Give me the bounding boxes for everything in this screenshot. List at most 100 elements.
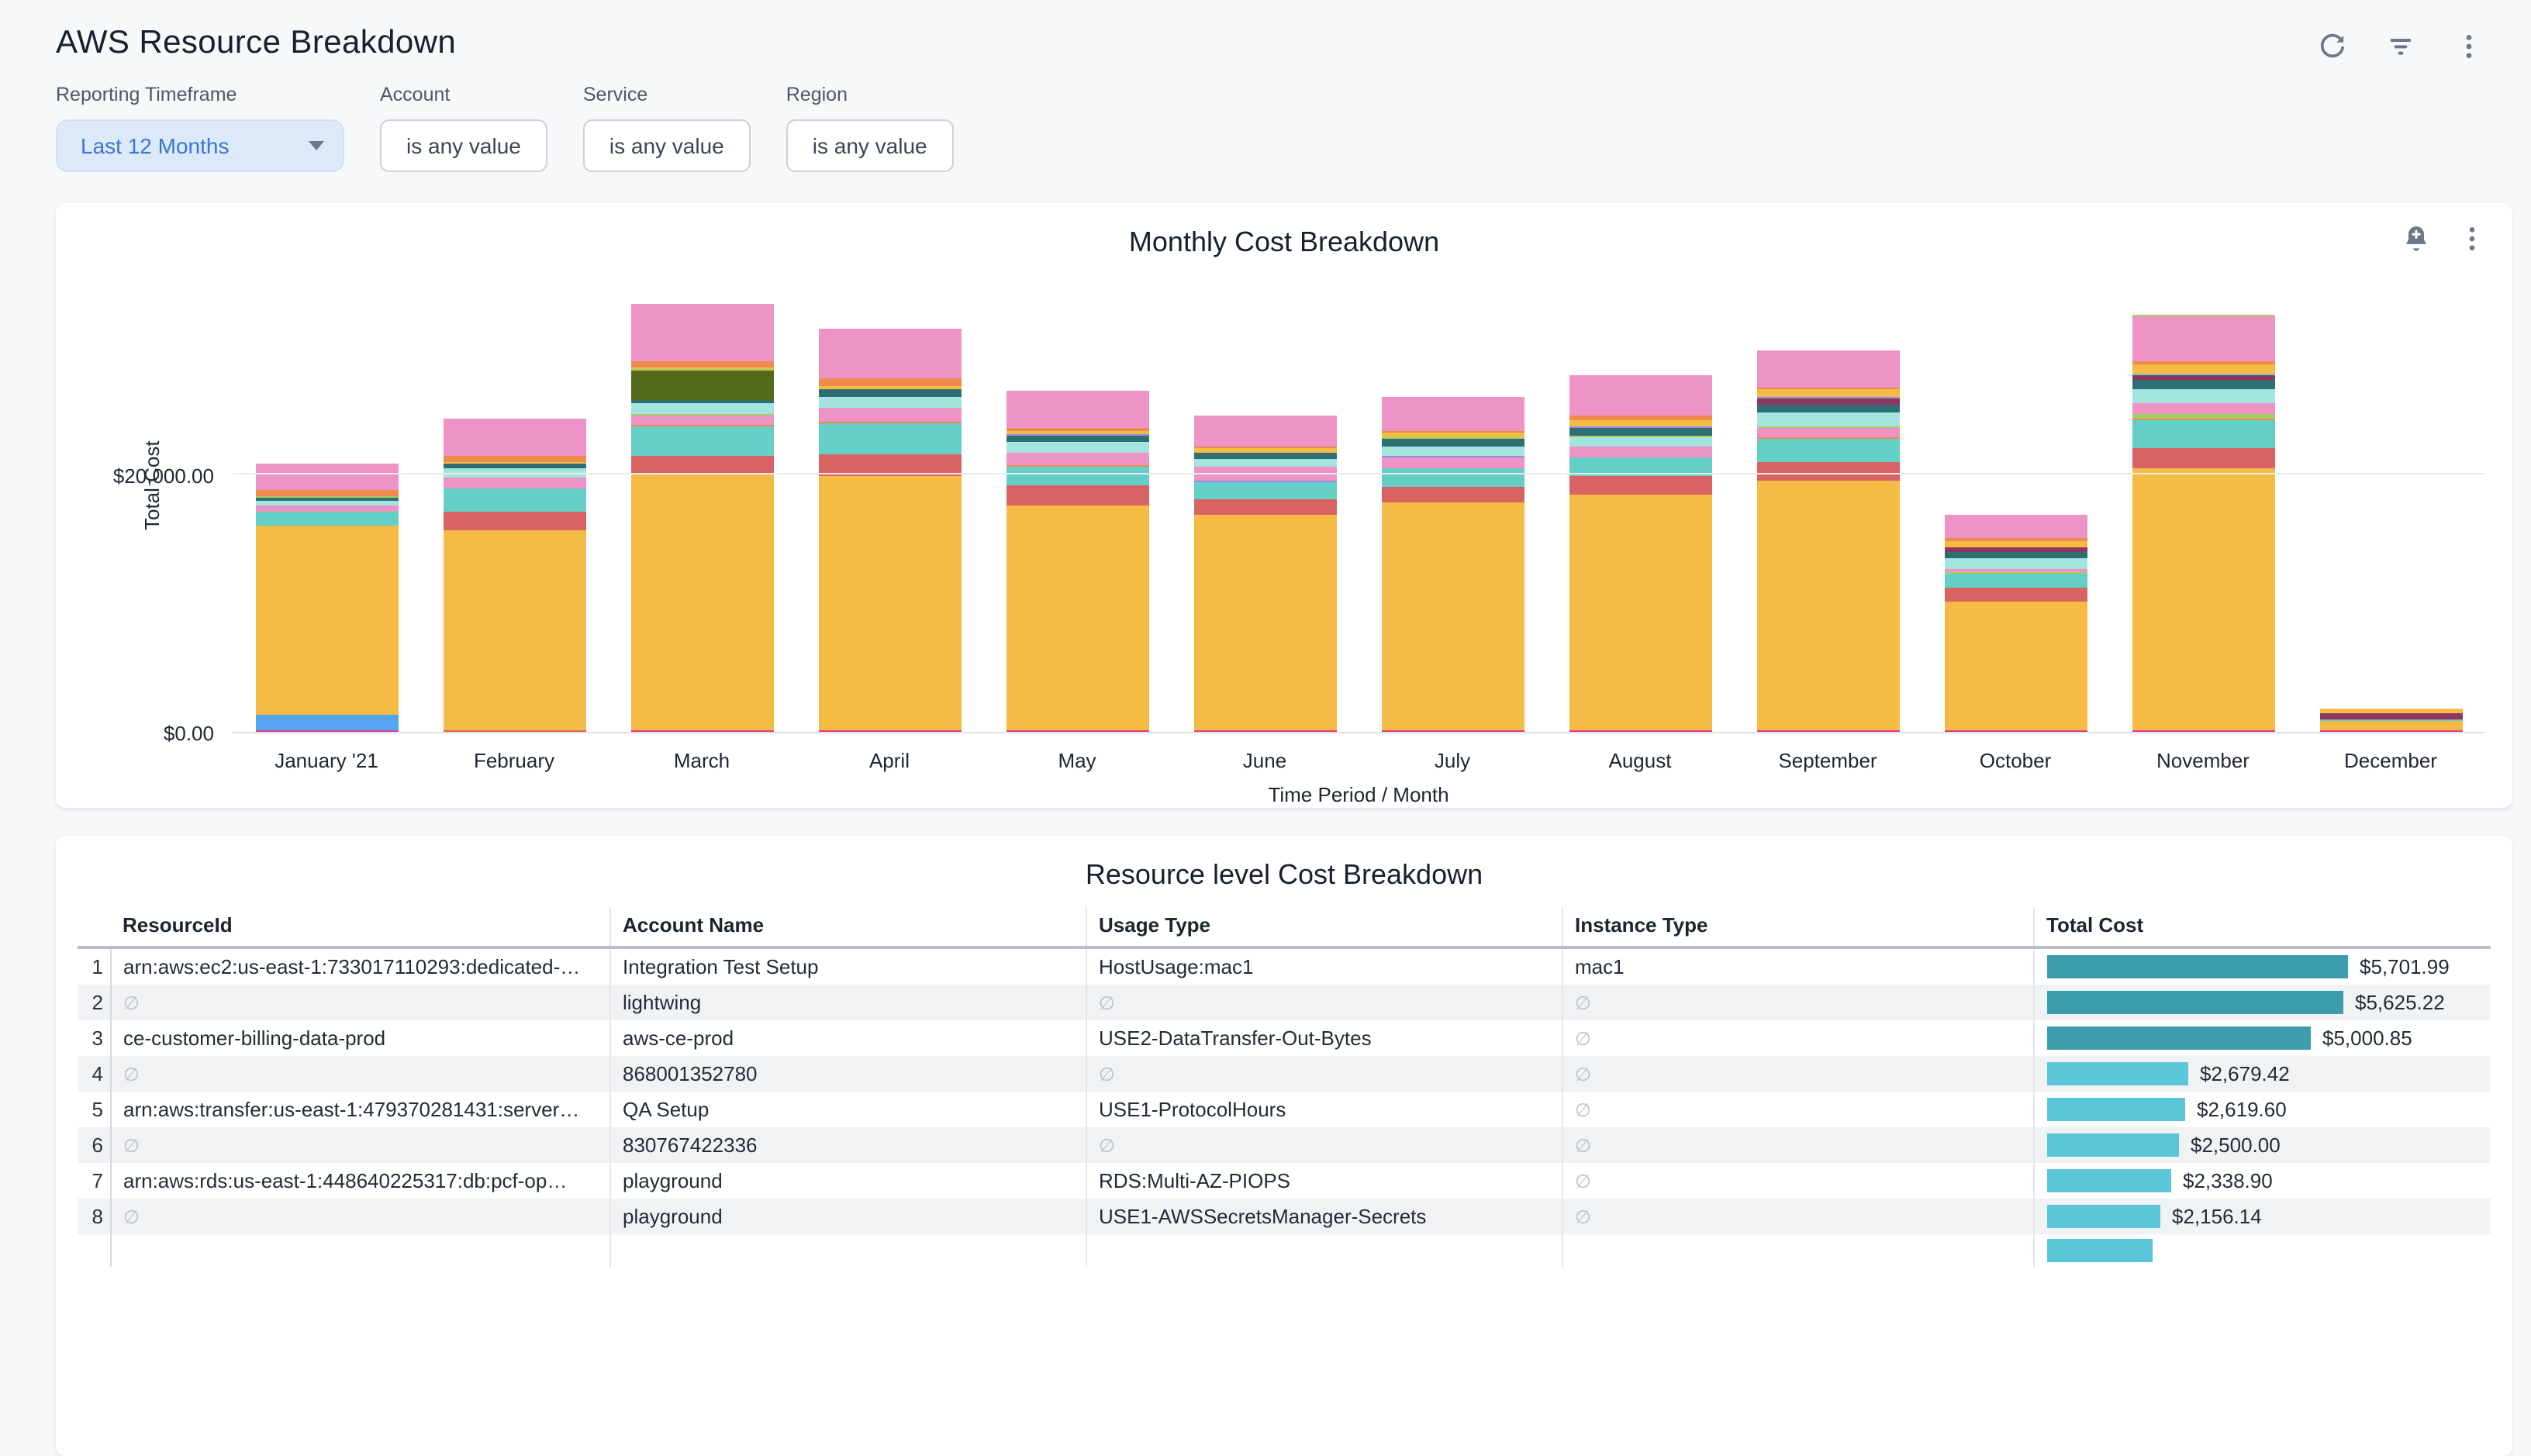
bar-segment[interactable] [2132, 380, 2274, 389]
cell-usage-type[interactable]: USE1-AWSSecretsManager-Secrets [1086, 1199, 1562, 1234]
cell-usage-type[interactable]: ∅ [1086, 1056, 1562, 1092]
bar-segment[interactable] [1006, 505, 1148, 730]
stacked-bar-May[interactable] [1006, 391, 1148, 732]
bar-segment[interactable] [1006, 467, 1148, 485]
bar-segment[interactable] [2319, 730, 2462, 732]
stacked-bar-September[interactable] [1756, 350, 1899, 732]
bar-segment[interactable] [1756, 405, 1899, 412]
cell-total-cost[interactable]: $2,338.90 [2033, 1163, 2491, 1199]
bar-segment[interactable] [2132, 389, 2274, 403]
col-instance-type[interactable]: Instance Type [1562, 907, 2033, 947]
bar-segment[interactable] [630, 304, 773, 361]
table-row[interactable]: 2∅lightwing∅∅$5,625.22 [78, 985, 2491, 1020]
cell-account-name[interactable]: playground [609, 1199, 1086, 1234]
cell-usage-type[interactable]: ∅ [1086, 1127, 1562, 1163]
bar-segment[interactable] [630, 456, 773, 473]
table-row[interactable]: 6∅830767422336∅∅$2,500.00 [78, 1127, 2491, 1163]
cell-account-name[interactable]: 868001352780 [609, 1056, 1086, 1092]
chart-kebab-menu-icon[interactable] [2457, 223, 2488, 254]
bar-segment[interactable] [443, 530, 585, 730]
bar-segment[interactable] [1756, 350, 1899, 388]
alert-bell-plus-icon[interactable] [2401, 223, 2432, 254]
stacked-bar-August[interactable] [1569, 375, 1711, 732]
bar-segment[interactable] [1756, 389, 1899, 397]
region-filter-button[interactable]: is any value [786, 119, 954, 172]
cell-resource-id[interactable]: ∅ [110, 1056, 609, 1092]
col-total-cost[interactable]: Total Cost [2033, 907, 2491, 947]
bar-segment[interactable] [443, 478, 585, 488]
bar-segment[interactable] [1006, 485, 1148, 505]
bar-segment[interactable] [443, 488, 585, 512]
bar-segment[interactable] [2132, 468, 2274, 730]
cell-account-name[interactable]: 830767422336 [609, 1127, 1086, 1163]
stacked-bar-March[interactable] [630, 304, 773, 732]
bar-segment[interactable] [630, 426, 773, 456]
bar-segment[interactable] [1381, 502, 1524, 730]
bar-segment[interactable] [1569, 375, 1711, 416]
table-row[interactable]: 5arn:aws:transfer:us-east-1:479370281431… [78, 1092, 2491, 1127]
bar-segment[interactable] [1569, 476, 1711, 495]
bar-segment[interactable] [443, 512, 585, 530]
bar-segment[interactable] [1569, 420, 1711, 426]
bar-segment[interactable] [2132, 448, 2274, 468]
cell-usage-type[interactable] [1086, 1234, 1562, 1266]
bar-segment[interactable] [630, 473, 773, 730]
bar-segment[interactable] [1569, 428, 1711, 436]
bar-segment[interactable] [818, 397, 961, 408]
bar-segment[interactable] [255, 464, 398, 490]
col-usage-type[interactable]: Usage Type [1086, 907, 1562, 947]
bar-segment[interactable] [1381, 468, 1524, 487]
bar-segment[interactable] [1193, 459, 1336, 467]
cell-instance-type[interactable]: ∅ [1562, 1056, 2033, 1092]
bar-segment[interactable] [2132, 316, 2274, 361]
cell-account-name[interactable] [609, 1234, 1086, 1266]
stacked-bar-June[interactable] [1193, 416, 1336, 732]
cell-total-cost[interactable]: $2,619.60 [2033, 1092, 2491, 1127]
bar-segment[interactable] [1756, 412, 1899, 426]
bar-segment[interactable] [1193, 453, 1336, 459]
bar-segment[interactable] [1569, 437, 1711, 447]
bar-segment[interactable] [1944, 602, 2087, 730]
cell-account-name[interactable]: lightwing [609, 985, 1086, 1020]
bar-segment[interactable] [255, 526, 398, 715]
cell-instance-type[interactable]: ∅ [1562, 1199, 2033, 1234]
bar-segment[interactable] [630, 730, 773, 732]
cell-usage-type[interactable]: USE2-DataTransfer-Out-Bytes [1086, 1020, 1562, 1056]
bar-segment[interactable] [1944, 730, 2087, 732]
bar-segment[interactable] [1944, 558, 2087, 569]
bar-segment[interactable] [1006, 442, 1148, 453]
cell-total-cost[interactable]: $5,000.85 [2033, 1020, 2491, 1056]
bar-segment[interactable] [1381, 457, 1524, 468]
bar-segment[interactable] [1569, 730, 1711, 732]
bar-segment[interactable] [1944, 552, 2087, 558]
bar-segment[interactable] [818, 408, 961, 422]
bar-segment[interactable] [255, 730, 398, 732]
bar-segment[interactable] [2319, 721, 2462, 730]
cell-usage-type[interactable]: ∅ [1086, 985, 1562, 1020]
bar-segment[interactable] [255, 505, 398, 512]
stacked-bar-April[interactable] [818, 329, 961, 732]
cell-usage-type[interactable]: HostUsage:mac1 [1086, 947, 1562, 985]
bar-segment[interactable] [1006, 453, 1148, 465]
bar-segment[interactable] [818, 476, 961, 730]
bar-segment[interactable] [630, 371, 773, 400]
bar-segment[interactable] [818, 423, 961, 454]
cell-resource-id[interactable]: ∅ [110, 985, 609, 1020]
cell-total-cost[interactable]: $5,701.99 [2033, 947, 2491, 985]
bar-segment[interactable] [1756, 439, 1899, 462]
stacked-bar-December[interactable] [2319, 709, 2462, 732]
bar-segment[interactable] [1944, 515, 2087, 538]
bar-segment[interactable] [818, 378, 961, 386]
bar-segment[interactable] [2319, 713, 2462, 719]
bar-segment[interactable] [1944, 588, 2087, 602]
bar-segment[interactable] [1944, 574, 2087, 588]
cell-resource-id[interactable]: arn:aws:ec2:us-east-1:733017110293:dedic… [110, 947, 609, 985]
col-account-name[interactable]: Account Name [609, 907, 1086, 947]
cell-instance-type[interactable] [1562, 1234, 2033, 1266]
bar-segment[interactable] [1193, 515, 1336, 730]
bar-segment[interactable] [1006, 436, 1148, 442]
bar-segment[interactable] [1944, 541, 2087, 547]
cell-account-name[interactable]: aws-ce-prod [609, 1020, 1086, 1056]
bar-segment[interactable] [1381, 487, 1524, 502]
cell-instance-type[interactable]: ∅ [1562, 1163, 2033, 1199]
